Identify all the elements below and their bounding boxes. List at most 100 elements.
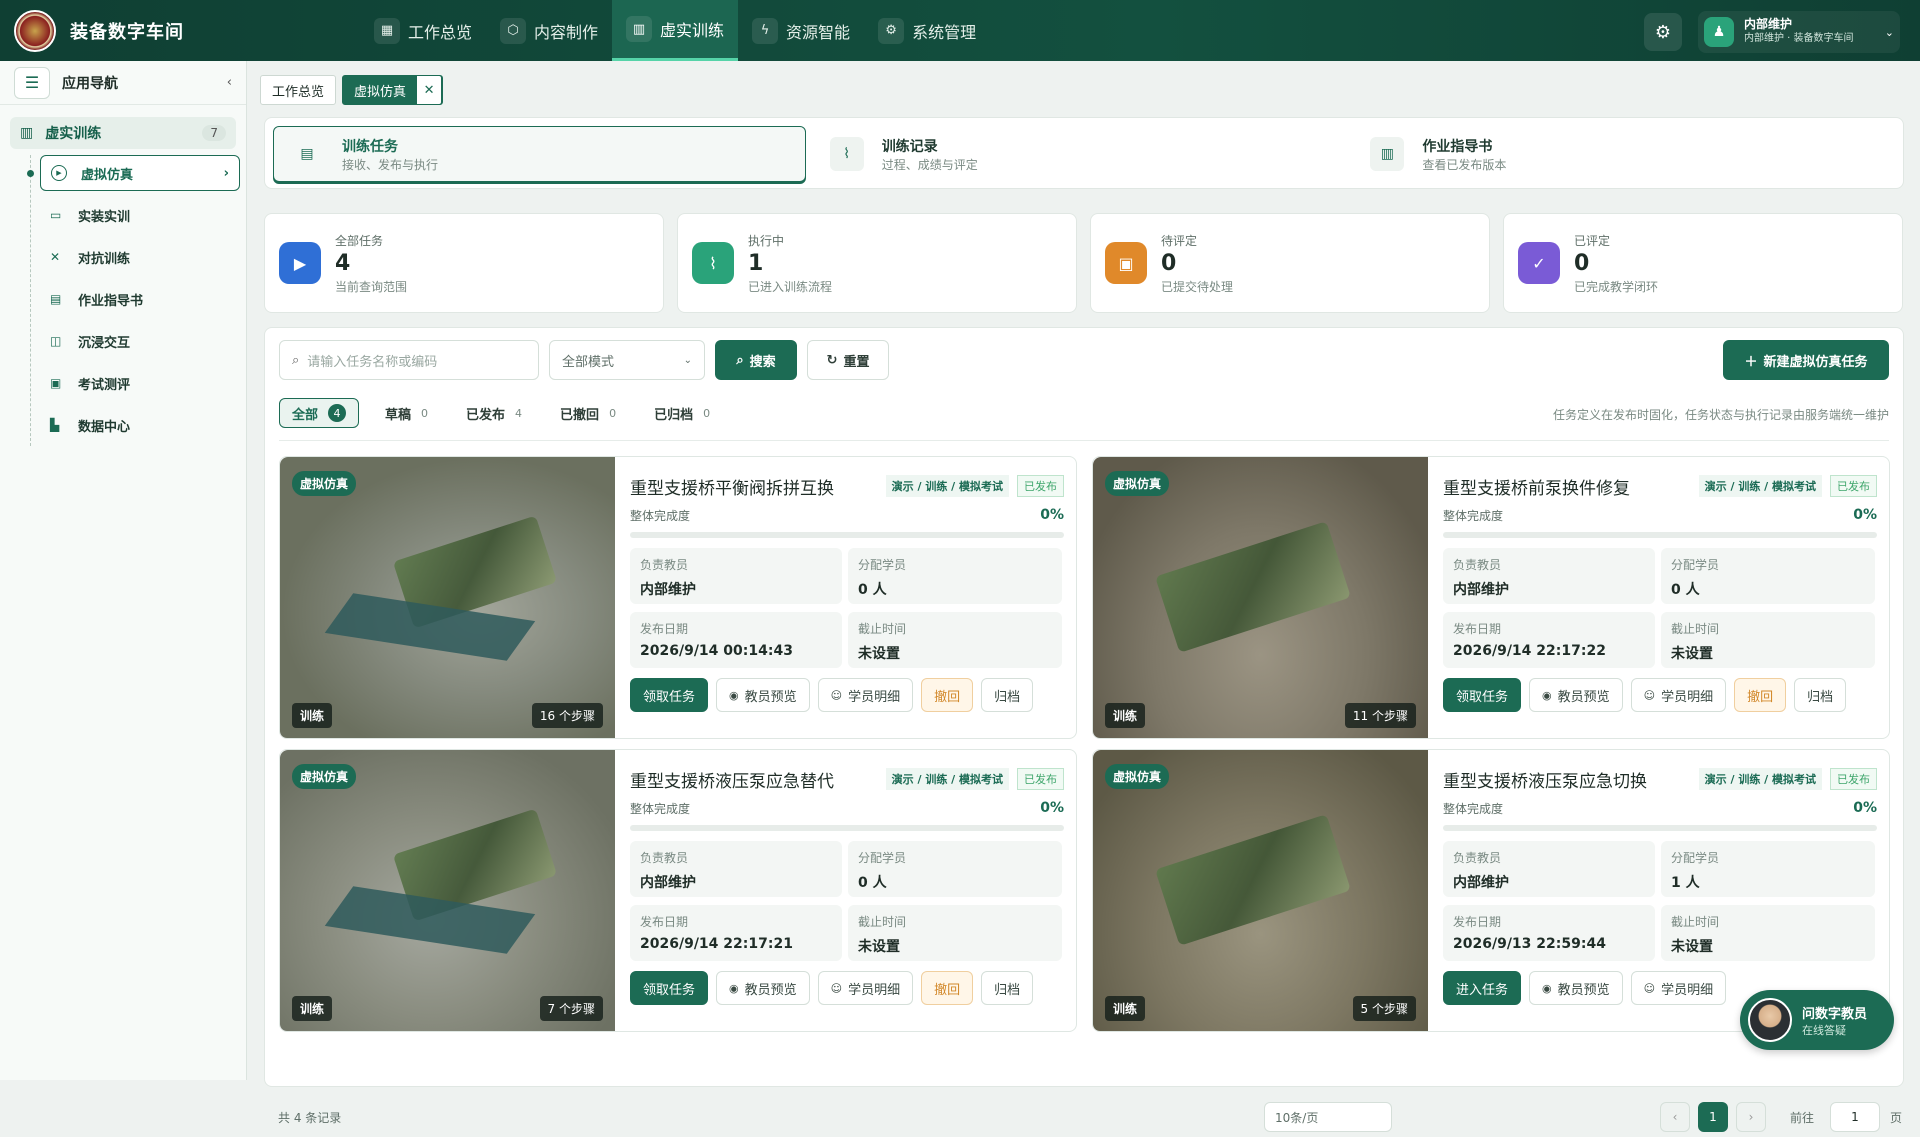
nav-item-training[interactable]: ▥ 虚实训练	[612, 0, 739, 61]
student-detail-button[interactable]: ☺ 学员明细	[817, 678, 914, 712]
sidebar-item-virtual-sim[interactable]: ▶ 虚拟仿真 ›	[27, 155, 240, 191]
mode-training-tasks[interactable]: ▤ 训练任务 接收、发布与执行	[273, 126, 806, 182]
menu-toggle-button[interactable]: ☰	[14, 66, 50, 99]
stat-pending-review: ▣ 待评定 0 已提交待处理	[1090, 213, 1490, 313]
nav-item-system[interactable]: ⚙ 系统管理	[864, 0, 990, 61]
progress-bar	[630, 825, 1064, 831]
status-tab-withdrawn[interactable]: 已撤回 0	[548, 398, 628, 428]
info-note: 任务定义在发布时固化，任务状态与执行记录由服务端统一维护	[1552, 408, 1889, 422]
claim-task-button[interactable]: 领取任务	[630, 971, 709, 1005]
ai-assistant-button[interactable]: 问数字教员 在线答疑	[1740, 990, 1894, 1050]
pagination-bar: 共 4 条记录 10条/页 ‹ 1 › 前往 1 页	[264, 1097, 1904, 1137]
sidebar-item-data-center[interactable]: ▙ 数据中心	[30, 404, 246, 446]
type-tag: 虚拟仿真	[1105, 471, 1170, 496]
teacher-preview-button[interactable]: ◉ 教员预览	[1529, 678, 1623, 712]
emblem-icon	[14, 9, 56, 52]
type-tag: 虚拟仿真	[292, 471, 357, 496]
nav-item-content[interactable]: ⬡ 内容制作	[486, 0, 612, 61]
student-detail-button[interactable]: ☺ 学员明细	[1630, 971, 1727, 1005]
status-tab-draft[interactable]: 草稿 0	[373, 398, 440, 428]
tab-virtual-sim[interactable]: 虚拟仿真 ✕	[342, 75, 444, 105]
pulse-icon: ⌇	[692, 242, 734, 284]
divider	[279, 440, 1889, 441]
settings-icon: ⚙	[1654, 21, 1672, 43]
task-title: 重型支援桥液压泵应急切换	[1443, 771, 1647, 792]
page-size-select[interactable]: 10条/页	[1264, 1102, 1392, 1132]
bar-chart-icon: ▙	[50, 418, 60, 432]
nav-item-overview[interactable]: ▦ 工作总览	[360, 0, 486, 61]
mode-select[interactable]: 全部模式 ⌄	[549, 340, 705, 380]
students-cell: 分配学员 0 人	[848, 548, 1062, 604]
document-icon: ▤	[50, 292, 62, 306]
search-icon: ⌕	[292, 352, 300, 368]
vehicle-model	[1155, 521, 1351, 653]
task-thumbnail: 虚拟仿真 训练 16 个步骤	[280, 457, 615, 738]
teacher-cell: 负责教员 内部维护	[1443, 841, 1655, 897]
withdraw-button[interactable]: 撤回	[921, 678, 974, 712]
workbench-model	[1138, 920, 1168, 960]
progress-bar	[1443, 825, 1877, 831]
task-card[interactable]: 虚拟仿真 训练 7 个步骤 重型支援桥液压泵应急替代 演示 / 训练 / 模拟考试…	[279, 749, 1077, 1032]
nav-item-resources[interactable]: ϟ 资源智能	[738, 0, 864, 61]
goto-input[interactable]: 1	[1830, 1102, 1880, 1132]
sidebar-item-confrontation[interactable]: ✕ 对抗训练	[30, 236, 246, 278]
sidebar-item-work-guide[interactable]: ▤ 作业指导书	[30, 278, 246, 320]
step-count: 7 个步骤	[539, 996, 603, 1021]
student-detail-button[interactable]: ☺ 学员明细	[817, 971, 914, 1005]
teacher-preview-button[interactable]: ◉ 教员预览	[716, 971, 810, 1005]
progress-label: 整体完成度	[1443, 802, 1504, 816]
settings-button[interactable]: ⚙	[1644, 13, 1682, 51]
sidebar-item-exam[interactable]: ▣ 考试测评	[30, 362, 246, 404]
page-number[interactable]: 1	[1698, 1102, 1728, 1132]
assistant-avatar	[1748, 998, 1792, 1042]
sidebar-title: 应用导航	[62, 75, 118, 92]
publish-date-cell: 发布日期 2026/9/13 22:59:44	[1443, 905, 1655, 961]
chevron-down-icon: ⌄	[1884, 25, 1894, 39]
sidebar-item-real-training[interactable]: ▭ 实装实训	[30, 194, 246, 236]
user-menu[interactable]: ♟ 内部维护 内部维护 · 装备数字车间 ⌄	[1698, 11, 1900, 53]
search-input[interactable]: ⌕ 请输入任务名称或编码	[279, 340, 539, 380]
students-cell: 分配学员 1 人	[1661, 841, 1875, 897]
eye-icon: ◉	[729, 981, 739, 995]
task-thumbnail: 虚拟仿真 训练 7 个步骤	[280, 750, 615, 1031]
tab-overview[interactable]: 工作总览	[260, 75, 337, 105]
archive-button[interactable]: 归档	[981, 971, 1034, 1005]
task-thumbnail: 虚拟仿真 训练 5 个步骤	[1093, 750, 1428, 1031]
search-button[interactable]: ⌕ 搜索	[715, 340, 797, 380]
archive-button[interactable]: 归档	[981, 678, 1034, 712]
clipboard-icon: ▣	[1105, 242, 1147, 284]
teacher-preview-button[interactable]: ◉ 教员预览	[1529, 971, 1623, 1005]
mode-switcher: ▤ 训练任务 接收、发布与执行 ⌇ 训练记录 过程、成绩与评定 ▥ 作业指导书 查看已发布版…	[264, 117, 1904, 189]
clipboard-icon: ▣	[50, 376, 62, 390]
withdraw-button[interactable]: 撤回	[921, 971, 974, 1005]
collapse-icon[interactable]: ‹	[227, 75, 232, 90]
sidebar-group-training[interactable]: ▥ 虚实训练 7	[10, 117, 236, 149]
task-card[interactable]: 虚拟仿真 训练 11 个步骤 重型支援桥前泵换件修复 演示 / 训练 / 模拟考试…	[1092, 456, 1890, 739]
status-tab-all[interactable]: 全部 4	[279, 398, 360, 428]
status-badge: 已发布	[1830, 768, 1877, 790]
task-card[interactable]: 虚拟仿真 训练 16 个步骤 重型支援桥平衡阀拆拼互换 演示 / 训练 / 模拟考…	[279, 456, 1077, 739]
enter-task-button[interactable]: 进入任务	[1443, 971, 1522, 1005]
mode-training-records[interactable]: ⌇ 训练记录 过程、成绩与评定	[814, 126, 1347, 182]
status-tab-published[interactable]: 已发布 4	[454, 398, 534, 428]
app-title: 装备数字车间	[70, 21, 184, 43]
app-logo[interactable]: 装备数字车间	[14, 9, 344, 52]
prev-page-button[interactable]: ‹	[1660, 1102, 1690, 1132]
task-panel: ⌕ 请输入任务名称或编码 全部模式 ⌄ ⌕ 搜索 ↻ 重置 ＋新建虚拟仿真任务 全部 4 …	[264, 327, 1904, 1087]
chevron-down-icon: ⌄	[683, 354, 692, 366]
student-detail-button[interactable]: ☺ 学员明细	[1630, 678, 1727, 712]
withdraw-button[interactable]: 撤回	[1734, 678, 1787, 712]
mode-work-guide[interactable]: ▥ 作业指导书 查看已发布版本	[1354, 126, 1887, 182]
reset-button[interactable]: ↻ 重置	[807, 340, 889, 380]
sidebar-item-immersive[interactable]: ◫ 沉浸交互	[30, 320, 246, 362]
archive-button[interactable]: 归档	[1794, 678, 1847, 712]
new-task-button[interactable]: ＋新建虚拟仿真任务	[1723, 340, 1889, 380]
monitor-icon: ▭	[50, 208, 62, 222]
status-tab-archived[interactable]: 已归档 0	[642, 398, 722, 428]
close-icon[interactable]: ✕	[416, 75, 443, 105]
claim-task-button[interactable]: 领取任务	[1443, 678, 1522, 712]
publish-date-cell: 发布日期 2026/9/14 00:14:43	[630, 612, 842, 668]
next-page-button[interactable]: ›	[1736, 1102, 1766, 1132]
claim-task-button[interactable]: 领取任务	[630, 678, 709, 712]
teacher-preview-button[interactable]: ◉ 教员预览	[716, 678, 810, 712]
